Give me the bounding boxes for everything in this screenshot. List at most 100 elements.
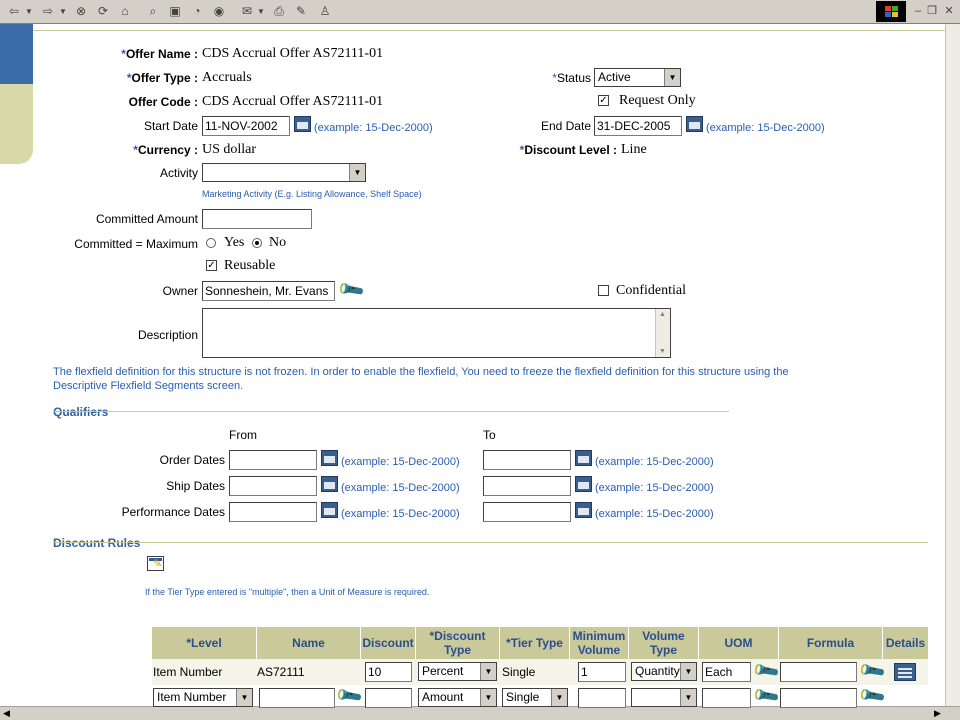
row1-discount-input[interactable]: 10 [365, 662, 412, 682]
reusable-checkbox[interactable]: ✓ [206, 260, 217, 271]
discount-rules-edit-icon[interactable]: ✎ [147, 556, 164, 571]
forward-icon[interactable]: ⇨ [38, 3, 58, 20]
end-date-calendar-icon[interactable] [686, 116, 703, 132]
row2-minimum-volume-input[interactable] [578, 688, 626, 708]
row1-discount-type-select[interactable]: Percent ▼ [418, 662, 497, 681]
chevron-down-icon: ▼ [680, 689, 696, 706]
row2-tier-type-select[interactable]: Single ▼ [502, 688, 568, 707]
performance-dates-to-input[interactable] [483, 502, 571, 522]
vertical-scrollbar[interactable] [945, 24, 960, 706]
row1-formula-input[interactable] [780, 662, 857, 682]
ship-dates-label: Ship Dates [166, 479, 225, 493]
committed-max-yes-radio[interactable] [206, 238, 216, 248]
order-dates-to-calendar-icon[interactable] [575, 450, 592, 466]
print-icon[interactable]: ⎙ [270, 3, 288, 20]
row1-uom-input[interactable]: Each [702, 662, 751, 682]
scroll-up-icon[interactable]: ▲ [659, 311, 666, 318]
favorites-icon[interactable]: ▣ [166, 3, 184, 20]
committed-max-no-label: No [269, 235, 287, 250]
activity-label: Activity [159, 166, 198, 180]
ship-dates-to-input[interactable] [483, 476, 571, 496]
offer-name-label: *Offer Name : [121, 47, 198, 61]
row1-minimum-volume-input[interactable]: 1 [578, 662, 626, 682]
chevron-down-icon: ▼ [664, 69, 680, 86]
end-date-input[interactable]: 31-DEC-2005 [594, 116, 682, 136]
home-icon[interactable]: ⌂ [116, 3, 134, 20]
status-select[interactable]: Active ▼ [594, 68, 681, 87]
tier-type-note: If the Tier Type entered is "multiple", … [145, 587, 430, 597]
performance-dates-from-input[interactable] [229, 502, 317, 522]
description-scrollbar[interactable]: ▲ ▼ [655, 309, 670, 357]
confidential-checkbox[interactable] [598, 285, 609, 296]
order-dates-to-input[interactable] [483, 450, 571, 470]
row2-level-select[interactable]: Item Number ▼ [153, 688, 253, 707]
column-header-tier-type: *Tier Type [500, 627, 570, 659]
offer-type-value: Accruals [202, 70, 252, 85]
committed-max-no-radio[interactable] [252, 238, 262, 248]
performance-dates-from-calendar-icon[interactable] [321, 502, 338, 518]
scroll-down-icon[interactable]: ▼ [659, 348, 666, 355]
order-dates-from-input[interactable] [229, 450, 317, 470]
row1-level: Item Number [153, 665, 223, 679]
ship-dates-to-calendar-icon[interactable] [575, 476, 592, 492]
refresh-icon[interactable]: ⟳ [94, 3, 112, 20]
horizontal-scrollbar[interactable]: ◀ ▶ [0, 706, 960, 720]
order-dates-label: Order Dates [159, 453, 225, 467]
ship-dates-from-calendar-icon[interactable] [321, 476, 338, 492]
start-date-label: Start Date [143, 119, 198, 133]
qualifiers-heading: Qualifiers [53, 405, 109, 419]
column-header-formula: Formula [779, 627, 883, 659]
ship-dates-from-example: (example: 15-Dec-2000) [341, 482, 460, 494]
scroll-left-icon[interactable]: ◀ [3, 708, 10, 719]
close-icon[interactable]: ✕ [942, 3, 956, 20]
start-date-input[interactable]: 11-NOV-2002 [202, 116, 290, 136]
row1-details-icon[interactable] [894, 663, 916, 681]
committed-max-label: Committed = Maximum [74, 237, 198, 251]
order-dates-from-calendar-icon[interactable] [321, 450, 338, 466]
activity-hint: Marketing Activity (E.g. Listing Allowan… [202, 189, 422, 199]
messenger-icon[interactable]: ♙ [316, 3, 334, 20]
status-label: *Status [552, 71, 591, 85]
row1-volume-type-select[interactable]: Quantity ▼ [631, 662, 697, 681]
discount-rules-rule [53, 542, 928, 543]
order-dates-to-example: (example: 15-Dec-2000) [595, 456, 714, 468]
committed-amount-input[interactable] [202, 209, 312, 229]
chevron-down-icon: ▼ [551, 689, 567, 706]
end-date-example: (example: 15-Dec-2000) [706, 122, 825, 134]
owner-lookup-flashlight-icon[interactable]: 🔦 [336, 275, 366, 304]
row2-name-input[interactable] [259, 688, 335, 708]
start-date-calendar-icon[interactable] [294, 116, 311, 132]
row2-volume-type-select[interactable]: ▼ [631, 688, 697, 707]
activity-select[interactable]: ▼ [202, 163, 366, 182]
mail-dropdown-icon[interactable]: ▼ [256, 3, 266, 20]
row2-discount-input[interactable] [365, 688, 412, 708]
browser-toolbar: ⇦ ▼ ⇨ ▼ ⊗ ⟳ ⌂ ⌕ ▣ ◔ ◉ ✉ ▼ ⎙ ✎ ♙ – ❐ ✕ [0, 0, 960, 24]
back-dropdown-icon[interactable]: ▼ [24, 3, 34, 20]
row2-formula-input[interactable] [780, 688, 857, 708]
search-icon[interactable]: ⌕ [144, 3, 162, 20]
flexfield-note: The flexfield definition for this struct… [53, 366, 789, 392]
row2-uom-input[interactable] [702, 688, 751, 708]
stop-icon[interactable]: ⊗ [72, 3, 90, 20]
row2-discount-type-select[interactable]: Amount ▼ [418, 688, 497, 707]
owner-input[interactable]: Sonneshein, Mr. Evans [202, 281, 335, 301]
back-icon[interactable]: ⇦ [4, 3, 24, 20]
column-header-discount-type: *Discount Type [416, 627, 500, 659]
media-icon[interactable]: ◉ [210, 3, 228, 20]
performance-dates-from-example: (example: 15-Dec-2000) [341, 508, 460, 520]
mail-icon[interactable]: ✉ [238, 3, 256, 20]
forward-dropdown-icon[interactable]: ▼ [58, 3, 68, 20]
reusable-label: Reusable [224, 258, 276, 273]
scroll-right-icon[interactable]: ▶ [934, 708, 941, 719]
performance-dates-label: Performance Dates [121, 505, 225, 519]
request-only-checkbox[interactable]: ✓ [598, 95, 609, 106]
performance-dates-to-calendar-icon[interactable] [575, 502, 592, 518]
column-header-volume-type: Volume Type [629, 627, 699, 659]
restore-icon[interactable]: ❐ [926, 3, 938, 20]
windows-logo [876, 1, 906, 22]
minimize-icon[interactable]: – [912, 3, 924, 20]
ship-dates-from-input[interactable] [229, 476, 317, 496]
description-textarea[interactable]: ▲ ▼ [202, 308, 671, 358]
edit-icon[interactable]: ✎ [292, 3, 310, 20]
history-icon[interactable]: ◔ [188, 3, 206, 20]
